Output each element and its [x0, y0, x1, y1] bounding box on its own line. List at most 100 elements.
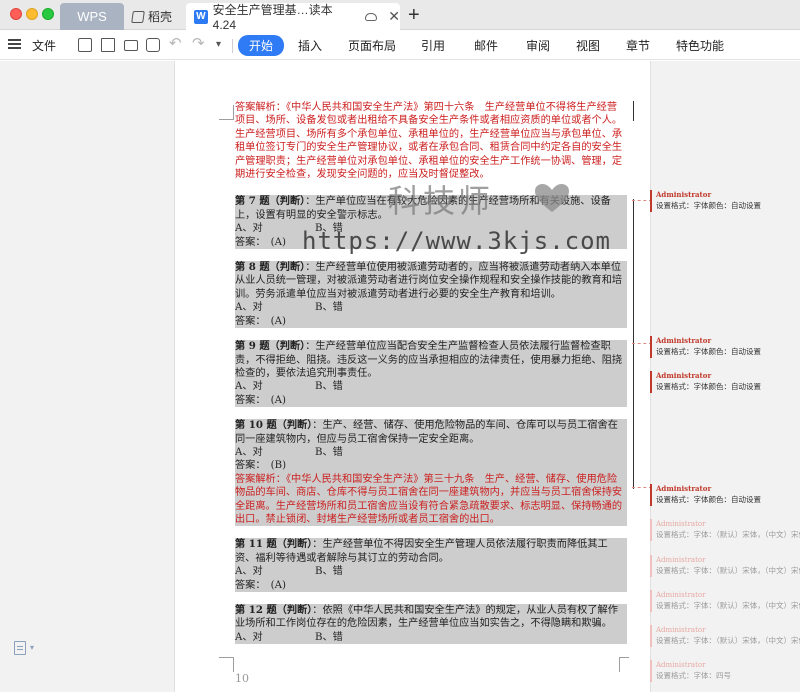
- docer-icon: [131, 10, 145, 23]
- comment-author: Administrator: [656, 190, 712, 199]
- margin-corner-mark: [619, 657, 629, 672]
- comment-balloon[interactable]: Administrator 设置格式：字体颜色：自动设置: [650, 484, 800, 506]
- print-icon[interactable]: [124, 40, 138, 51]
- answer-line: 答案： (A): [235, 314, 627, 329]
- tab-docer-label: 稻壳: [148, 10, 173, 24]
- tab-chapter[interactable]: 章节: [626, 37, 650, 54]
- document-page[interactable]: 答案解析：《中华人民共和国安全生产法》第四十六条 生产经营单位不得将生产经营项目…: [174, 61, 651, 692]
- tab-docer[interactable]: 稻壳: [128, 3, 186, 30]
- answer-line: 答案： (A): [235, 578, 627, 592]
- tab-references[interactable]: 引用: [421, 37, 445, 54]
- comment-text: 设置格式：字体：（默认）宋体，（中文）宋体: [656, 601, 800, 610]
- answer-explanation: 答案解析：《中华人民共和国安全生产法》第三十九条 生产、经营、储存、使用危险物品…: [235, 472, 627, 527]
- document-workspace[interactable]: ▾ 答案解析：《中华人民共和国安全生产法》第四十六条 生产经营单位不得将生产经营…: [0, 61, 800, 692]
- heart-icon: [535, 184, 569, 212]
- comment-balloon[interactable]: Administrator 设置格式：字体：（默认）宋体，（中文）宋体: [650, 590, 800, 612]
- comment-connector: [632, 200, 652, 201]
- option-a: A、对: [235, 302, 263, 314]
- watermark-brand: 科技师: [388, 182, 494, 220]
- comment-text: 设置格式：字体：四号: [656, 671, 731, 680]
- option-b: B、错: [315, 566, 343, 578]
- tab-special-features[interactable]: 特色功能: [676, 37, 724, 54]
- option-a: A、对: [235, 381, 263, 393]
- comment-balloon[interactable]: Administrator 设置格式：字体：（默认）宋体，（中文）宋体: [650, 625, 800, 647]
- comment-author: Administrator: [656, 661, 706, 669]
- option-a: A、对: [235, 631, 263, 643]
- more-tools-chevron-icon[interactable]: ▾: [216, 39, 221, 50]
- word-doc-icon: W: [194, 9, 208, 24]
- answer-line: 答案： (B): [235, 459, 627, 473]
- option-b: B、错: [315, 631, 343, 643]
- question-number: 第 12 题（判断）: [235, 604, 313, 616]
- question-block: 第 11 题（判断）：生产经营单位不得因安全生产管理人员依法履行职责而降低其工资…: [235, 538, 627, 592]
- tab-wps-home[interactable]: WPS: [60, 3, 124, 30]
- comment-author: Administrator: [656, 591, 706, 599]
- comment-author: Administrator: [656, 556, 706, 564]
- export-pdf-icon[interactable]: [101, 38, 115, 52]
- file-menu[interactable]: 文件: [32, 37, 56, 54]
- option-a: A、对: [235, 566, 263, 578]
- tab-mailings[interactable]: 邮件: [474, 37, 498, 54]
- tab-home[interactable]: 开始: [238, 35, 285, 56]
- margin-corner-mark: [219, 657, 234, 672]
- question-block: 第 8 题（判断）：生产经营单位使用被派遣劳动者的，应当将被派遣劳动者纳入本单位…: [235, 261, 627, 329]
- comment-author: Administrator: [656, 371, 712, 380]
- comment-balloon[interactable]: Administrator 设置格式：字体颜色：自动设置: [650, 190, 800, 212]
- option-b: B、错: [315, 381, 343, 393]
- comment-connector: [632, 343, 652, 344]
- option-b: B、错: [315, 446, 343, 458]
- comment-author: Administrator: [656, 484, 712, 493]
- margin-corner-mark: [219, 105, 234, 120]
- change-bar: [633, 199, 634, 489]
- comment-balloon[interactable]: Administrator 设置格式：字体：四号: [650, 660, 800, 682]
- chevron-down-icon[interactable]: ▾: [30, 643, 34, 652]
- comment-balloon[interactable]: Administrator 设置格式：字体：（默认）宋体，（中文）宋体: [650, 519, 800, 541]
- toolbar-divider: [232, 39, 233, 53]
- question-block: 第 10 题（判断）：生产、经营、储存、使用危险物品的车间、仓库可以与员工宿舍在…: [235, 419, 627, 527]
- document-outline-icon[interactable]: [14, 641, 26, 655]
- print-preview-icon[interactable]: [146, 38, 160, 52]
- question-number: 第 11 题（判断）: [235, 538, 313, 551]
- question-number: 第 7 题（判断）: [235, 195, 306, 208]
- comment-author: Administrator: [656, 336, 712, 345]
- comment-text: 设置格式：字体：（默认）宋体，（中文）宋体: [656, 530, 800, 539]
- tab-wps-label: WPS: [77, 9, 107, 24]
- comment-author: Administrator: [656, 520, 706, 528]
- comment-author: Administrator: [656, 626, 706, 634]
- option-b: B、错: [315, 302, 343, 314]
- comment-balloon[interactable]: Administrator 设置格式：字体颜色：自动设置: [650, 336, 800, 358]
- page-number: 10: [235, 672, 249, 685]
- save-icon[interactable]: [78, 38, 92, 52]
- tab-view[interactable]: 视图: [576, 37, 600, 54]
- tab-bar: WPS 稻壳 W 安全生产管理基…读本 4.24 ✕ +: [0, 0, 800, 32]
- answer-explanation: 答案解析：《中华人民共和国安全生产法》第四十六条 生产经营单位不得将生产经营项目…: [235, 102, 623, 181]
- comment-connector: [632, 487, 652, 488]
- option-a: A、对: [235, 446, 263, 458]
- cloud-sync-icon[interactable]: [364, 12, 378, 21]
- tab-page-layout[interactable]: 页面布局: [348, 37, 396, 54]
- comment-text: 设置格式：字体颜色：自动设置: [656, 495, 761, 504]
- question-number: 第 8 题（判断）: [235, 261, 306, 274]
- comment-text: 设置格式：字体：（默认）宋体，（中文）宋体: [656, 636, 800, 645]
- zoom-window-button[interactable]: [42, 8, 54, 20]
- watermark-url: https://www.3kjs.com: [302, 227, 611, 255]
- tab-document[interactable]: W 安全生产管理基…读本 4.24 ✕: [186, 3, 400, 32]
- minimize-window-button[interactable]: [26, 8, 38, 20]
- ribbon-toolbar: 文件 ↶ ↷ ▾ 开始 插入 页面布局 引用 邮件 审阅 视图 章节 特色功能: [0, 30, 800, 60]
- tab-review[interactable]: 审阅: [526, 37, 550, 54]
- question-number: 第 10 题（判断）: [235, 419, 313, 432]
- comment-text: 设置格式：字体颜色：自动设置: [656, 347, 761, 356]
- tab-insert[interactable]: 插入: [298, 37, 322, 54]
- new-tab-button[interactable]: +: [408, 4, 420, 27]
- comment-balloon[interactable]: Administrator 设置格式：字体：（默认）宋体，（中文）宋体: [650, 555, 800, 577]
- redo-icon[interactable]: ↷: [192, 34, 205, 52]
- answer-line: 答案： (A): [235, 393, 627, 408]
- close-tab-icon[interactable]: ✕: [388, 8, 400, 25]
- comment-text: 设置格式：字体颜色：自动设置: [656, 201, 761, 210]
- close-window-button[interactable]: [10, 8, 22, 20]
- question-number: 第 9 题（判断）: [235, 340, 306, 353]
- hamburger-menu-icon[interactable]: [8, 39, 21, 49]
- comment-balloon[interactable]: Administrator 设置格式：字体颜色：自动设置: [650, 371, 800, 393]
- question-block: 第 9 题（判断）：生产经营单位应当配合安全生产监督检查人员依法履行监督检查职责…: [235, 340, 627, 408]
- undo-icon[interactable]: ↶: [169, 34, 182, 52]
